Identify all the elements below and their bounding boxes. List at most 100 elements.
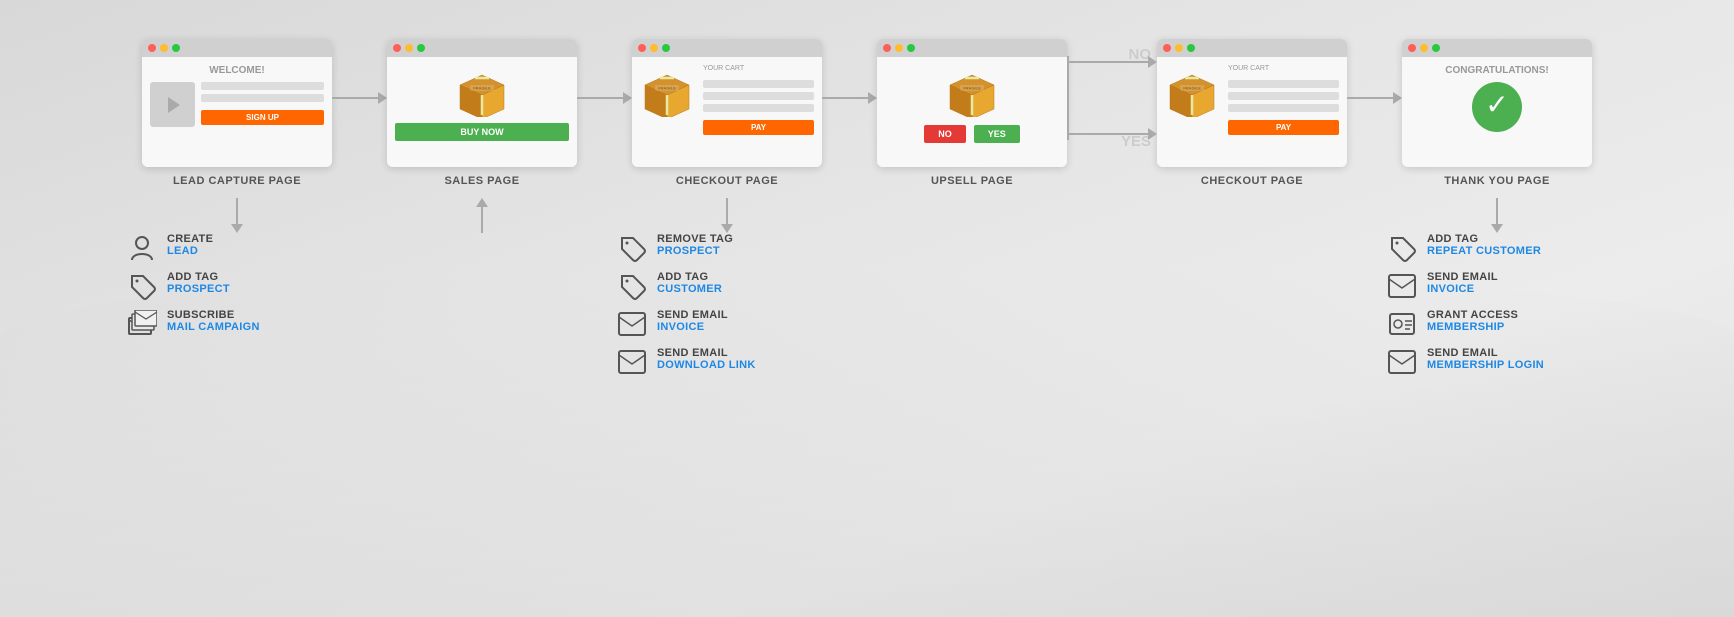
person-icon: [127, 233, 157, 263]
pay-button-2[interactable]: PAY: [1228, 120, 1339, 135]
checkout-field-1: [703, 80, 814, 88]
tag-icon-1: [127, 271, 157, 301]
dot-red: [393, 44, 401, 52]
package-icon-co2: FRAGILE: [1165, 65, 1220, 117]
lcp-body: SIGN UP: [150, 82, 324, 127]
action-text-create-lead: CREATE LEAD: [167, 233, 213, 257]
sales-browser: FRAGILE BUY NOW: [387, 39, 577, 167]
package-icon-co1: FRAGILE: [640, 65, 695, 117]
arrow-line: [822, 97, 868, 99]
arrow-head: [1393, 92, 1402, 104]
arrow-line: [726, 198, 728, 224]
package-icon-up: FRAGILE: [945, 65, 1000, 117]
action-grant-access: GRANT ACCESS MEMBERSHIP: [1387, 309, 1607, 339]
action-label-send-1: SEND EMAIL: [657, 309, 728, 321]
browser-titlebar-co2: [1157, 39, 1347, 57]
welcome-title: WELCOME!: [150, 65, 324, 76]
action-add-tag-repeat: ADD TAG REPEAT CUSTOMER: [1387, 233, 1607, 263]
action-value-invoice-2: INVOICE: [1427, 283, 1498, 295]
branch-connector: NO YES: [1067, 28, 1157, 198]
arrow-head: [623, 92, 632, 104]
action-text-send-download: SEND EMAIL DOWNLOAD LINK: [657, 347, 756, 371]
buy-now-button[interactable]: BUY NOW: [395, 123, 569, 141]
checkout-field-4: [1228, 80, 1339, 88]
badge-icon: [1387, 309, 1417, 339]
thankyou-column: CONGRATULATIONS! ✓ THANK YOU PAGE: [1402, 39, 1592, 187]
lead-capture-browser: WELCOME! SIGN UP: [142, 39, 332, 167]
action-value-membership-login: MEMBERSHIP LOGIN: [1427, 359, 1544, 371]
lead-capture-actions-col: CREATE LEAD ADD TAG PROSPECT: [142, 198, 332, 339]
svg-text:FRAGILE: FRAGILE: [963, 86, 981, 91]
arrow-up-sales: [476, 198, 488, 233]
thankyou-actions-col: ADD TAG REPEAT CUSTOMER SEND EMAIL IN: [1402, 198, 1592, 377]
arrow-checkout2-thankyou: [1347, 92, 1402, 134]
arrow-checkout1-upsell: [822, 92, 877, 134]
action-text-send-login: SEND EMAIL MEMBERSHIP LOGIN: [1427, 347, 1544, 371]
dot-green: [662, 44, 670, 52]
arrow-down-ty: [1491, 198, 1503, 233]
browser-titlebar: [142, 39, 332, 57]
dot-yellow: [895, 44, 903, 52]
dot-yellow: [405, 44, 413, 52]
action-value-customer: CUSTOMER: [657, 283, 722, 295]
action-text-send-invoice-2: SEND EMAIL INVOICE: [1427, 271, 1498, 295]
no-button[interactable]: NO: [924, 125, 966, 143]
action-remove-tag: REMOVE TAG PROSPECT: [617, 233, 837, 263]
dot-yellow: [1175, 44, 1183, 52]
play-icon: [168, 97, 180, 113]
dot-red: [638, 44, 646, 52]
action-text-send-invoice-1: SEND EMAIL INVOICE: [657, 309, 728, 333]
action-text-add-tag-p: ADD TAG PROSPECT: [167, 271, 230, 295]
action-label-remove: REMOVE TAG: [657, 233, 733, 245]
checkout-field-6: [1228, 104, 1339, 112]
email-icon-3: [1387, 271, 1417, 301]
action-label-send-3: SEND EMAIL: [1427, 271, 1498, 283]
pay-button-1[interactable]: PAY: [703, 120, 814, 135]
action-send-email-login: SEND EMAIL MEMBERSHIP LOGIN: [1387, 347, 1607, 377]
action-add-tag-customer: ADD TAG CUSTOMER: [617, 271, 837, 301]
package-icon: FRAGILE: [455, 65, 510, 117]
sales-column: FRAGILE BUY NOW SALES PAGE: [387, 39, 577, 187]
mail-stack-icon: [127, 309, 157, 339]
dot-green: [1432, 44, 1440, 52]
tag-icon-2: [617, 233, 647, 263]
dot-red: [883, 44, 891, 52]
lead-capture-label: LEAD CAPTURE PAGE: [173, 175, 301, 187]
dot-green: [1187, 44, 1195, 52]
action-send-email-download: SEND EMAIL DOWNLOAD LINK: [617, 347, 837, 377]
action-label-add-tag-3: ADD TAG: [1427, 233, 1541, 245]
checkout2-content: FRAGILE YOUR CART PAY: [1157, 57, 1347, 167]
dot-red: [148, 44, 156, 52]
arrow-line: [236, 198, 238, 224]
checkmark-circle: ✓: [1472, 82, 1522, 132]
svg-text:FRAGILE: FRAGILE: [658, 86, 676, 91]
dot-yellow: [160, 44, 168, 52]
cart-label-2: YOUR CART: [1228, 65, 1339, 72]
thankyou-browser: CONGRATULATIONS! ✓: [1402, 39, 1592, 167]
browser-titlebar-co1: [632, 39, 822, 57]
checkout-field-2: [703, 92, 814, 100]
upsell-content: FRAGILE NO YES: [877, 57, 1067, 167]
action-text-repeat: ADD TAG REPEAT CUSTOMER: [1427, 233, 1541, 257]
thankyou-actions: ADD TAG REPEAT CUSTOMER SEND EMAIL IN: [1387, 233, 1607, 377]
signup-button[interactable]: SIGN UP: [201, 110, 324, 125]
browser-titlebar-ty: [1402, 39, 1592, 57]
email-icon-1: [617, 309, 647, 339]
thankyou-label: THANK YOU PAGE: [1444, 175, 1550, 187]
action-add-tag-prospect: ADD TAG PROSPECT: [127, 271, 347, 301]
checkout2-column: FRAGILE YOUR CART PAY CHECKOUT PAGE: [1157, 39, 1347, 187]
action-value-mail-campaign: MAIL CAMPAIGN: [167, 321, 260, 333]
sales-label: SALES PAGE: [444, 175, 519, 187]
arrow-head: [1491, 224, 1503, 233]
checkout2-browser: FRAGILE YOUR CART PAY: [1157, 39, 1347, 167]
top-flow: WELCOME! SIGN UP LEAD CAPTURE PAGE: [0, 0, 1734, 198]
tag-icon-4: [1387, 233, 1417, 263]
dot-green: [907, 44, 915, 52]
dot-yellow: [650, 44, 658, 52]
upsell-browser: FRAGILE NO YES: [877, 39, 1067, 167]
arrow-line: [1496, 198, 1498, 224]
yes-button[interactable]: YES: [974, 125, 1020, 143]
action-label-subscribe: SUBSCRIBE: [167, 309, 260, 321]
upsell-column: FRAGILE NO YES UPSELL PAGE: [877, 39, 1067, 187]
dot-yellow: [1420, 44, 1428, 52]
